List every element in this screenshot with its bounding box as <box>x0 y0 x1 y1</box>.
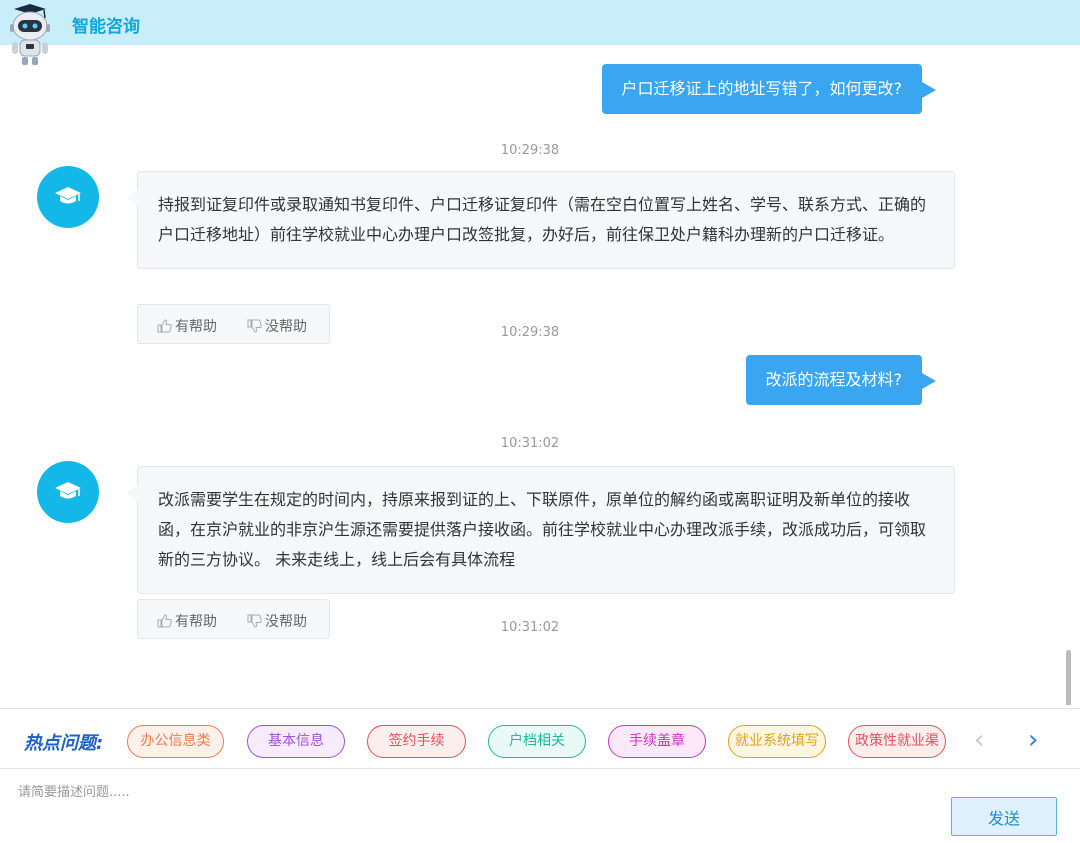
feedback-box: 有帮助 没帮助 <box>137 599 330 639</box>
helpful-button[interactable]: 有帮助 <box>156 611 217 631</box>
hot-tag-basic-info[interactable]: 基本信息 <box>247 725 345 758</box>
not-helpful-button[interactable]: 没帮助 <box>246 611 307 631</box>
helpful-button[interactable]: 有帮助 <box>156 316 217 336</box>
hot-tag-signing[interactable]: 签约手续 <box>367 725 466 758</box>
message-time: 10:29:38 <box>500 143 560 158</box>
hot-tag-office-info[interactable]: 办公信息类 <box>127 725 224 758</box>
hot-tag-system[interactable]: 就业系统填写 <box>728 725 826 758</box>
message-time: 10:31:02 <box>500 620 560 635</box>
message-time: 10:31:02 <box>500 436 560 451</box>
bot-message: 持报到证复印件或录取通知书复印件、户口迁移证复印件（需在空白位置写上姓名、学号、… <box>126 171 955 269</box>
chat-history[interactable]: 户口迁移证上的地址写错了，如何更改? 10:29:38 持报到证复印件或录取通知… <box>0 45 1080 705</box>
hot-topics-title: 热点问题: <box>24 733 104 754</box>
send-button[interactable]: 发送 <box>951 797 1057 836</box>
hot-topics-bar: 热点问题: 办公信息类 基本信息 签约手续 户档相关 手续盖章 就业系统填写 政… <box>0 708 1080 768</box>
not-helpful-label: 没帮助 <box>265 319 307 335</box>
bot-avatar <box>37 461 99 523</box>
graduation-cap-icon <box>55 187 81 204</box>
not-helpful-button[interactable]: 没帮助 <box>246 316 307 336</box>
bot-avatar <box>37 166 99 228</box>
page-title: 智能咨询 <box>72 17 140 37</box>
robot-mascot-icon <box>10 4 50 65</box>
user-message: 改派的流程及材料? <box>745 355 936 405</box>
helpful-label: 有帮助 <box>175 319 217 335</box>
not-helpful-label: 没帮助 <box>265 614 307 630</box>
prev-arrow-icon[interactable]: ‹ <box>974 725 984 755</box>
thumbs-down-icon <box>247 319 262 333</box>
thumbs-down-icon <box>247 614 262 628</box>
feedback-box: 有帮助 没帮助 <box>137 304 330 344</box>
user-message: 户口迁移证上的地址写错了，如何更改? <box>601 64 936 114</box>
chat-page: 智能咨询 户口迁移证上的地址写错了，如何更改? 10:29:38 持报到证复印件 <box>0 0 1080 843</box>
question-input[interactable] <box>18 777 918 807</box>
hot-tag-archive[interactable]: 户档相关 <box>488 725 586 758</box>
header-bar: 智能咨询 <box>0 0 1080 45</box>
graduation-cap-icon <box>55 482 81 499</box>
hot-tag-policy[interactable]: 政策性就业渠 <box>848 725 946 758</box>
input-area: 发送 <box>0 768 1080 843</box>
thumbs-up-icon <box>157 319 172 333</box>
next-arrow-icon[interactable]: › <box>1028 725 1038 755</box>
helpful-label: 有帮助 <box>175 614 217 630</box>
message-time: 10:29:38 <box>500 325 560 340</box>
bot-message: 改派需要学生在规定的时间内，持原来报到证的上、下联原件，原单位的解约函或离职证明… <box>126 466 955 594</box>
scrollbar-thumb[interactable] <box>1066 650 1071 705</box>
chat-scrollbar[interactable] <box>1065 115 1075 705</box>
hot-tag-seal[interactable]: 手续盖章 <box>608 725 706 758</box>
thumbs-up-icon <box>157 614 172 628</box>
